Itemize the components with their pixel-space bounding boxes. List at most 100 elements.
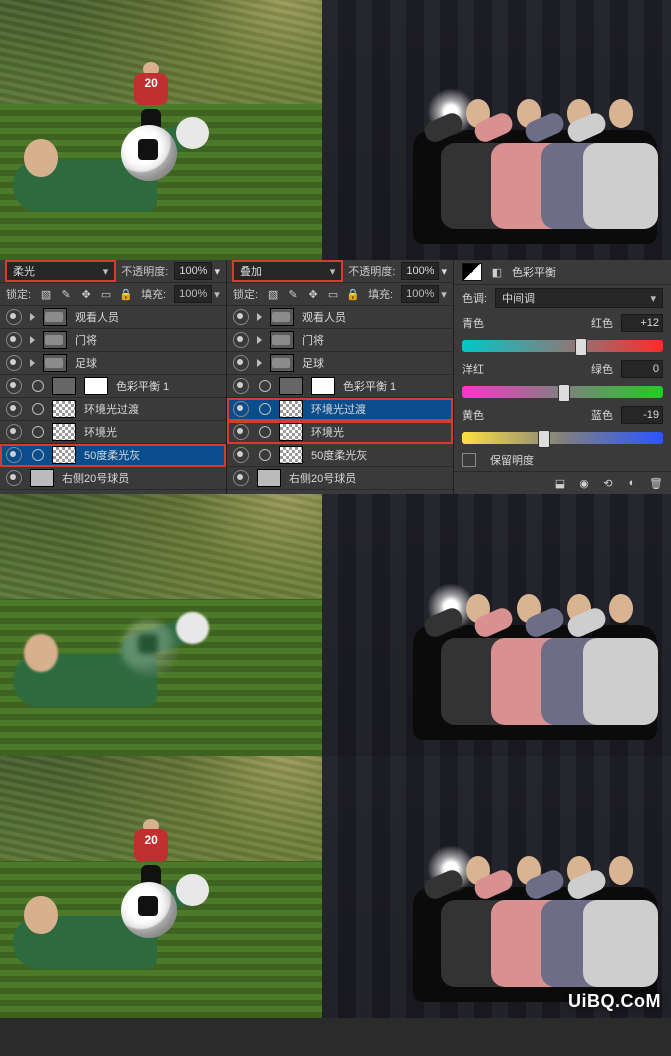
chevron-down-icon[interactable]: ▾: [214, 288, 220, 301]
visibility-eye-icon[interactable]: [6, 378, 22, 394]
visibility-eye-icon[interactable]: [6, 309, 22, 325]
layer-row[interactable]: 50度柔光灰: [227, 444, 453, 467]
opacity-label: 不透明度:: [348, 263, 395, 279]
layer-thumb: [52, 423, 76, 441]
lock-position-icon[interactable]: ✥: [79, 287, 93, 301]
layer-mask-thumb[interactable]: [311, 377, 335, 395]
fill-value[interactable]: 100%: [401, 285, 439, 303]
toggle-visibility-icon[interactable]: ◐: [625, 476, 639, 490]
tone-select[interactable]: 中间调 ▾: [495, 288, 663, 308]
layer-row[interactable]: 足球: [227, 352, 453, 375]
visibility-eye-icon[interactable]: [233, 424, 249, 440]
reset-icon[interactable]: ⟲: [601, 476, 615, 490]
layer-row[interactable]: 观看人员: [227, 306, 453, 329]
lock-pixels-icon[interactable]: ✎: [286, 287, 300, 301]
opacity-label: 不透明度:: [121, 263, 168, 279]
lock-transparent-icon[interactable]: ▧: [266, 287, 280, 301]
visibility-eye-icon[interactable]: [6, 447, 22, 463]
delete-icon[interactable]: 🗑: [649, 476, 663, 490]
panel-footer: ⬓ ◉ ⟲ ◐ 🗑: [454, 471, 671, 494]
visibility-eye-icon[interactable]: [233, 470, 249, 486]
expand-caret-icon[interactable]: [257, 313, 262, 321]
chevron-down-icon: ▾: [103, 265, 109, 278]
lock-all-icon[interactable]: 🔒: [119, 287, 133, 301]
cyan-red-slider[interactable]: [462, 340, 663, 352]
layer-row[interactable]: 环境光: [0, 421, 226, 444]
clip-to-layer-icon[interactable]: ⬓: [553, 476, 567, 490]
fx-indicator-icon: [32, 449, 44, 461]
layer-row[interactable]: 色彩平衡 1: [227, 375, 453, 398]
view-previous-icon[interactable]: ◉: [577, 476, 591, 490]
preserve-luminosity-label: 保留明度: [490, 452, 534, 468]
magenta-green-slider[interactable]: [462, 386, 663, 398]
magenta-green-value[interactable]: 0: [621, 360, 663, 378]
chevron-down-icon: ▾: [330, 265, 336, 278]
fx-indicator-icon: [32, 380, 44, 392]
visibility-eye-icon[interactable]: [6, 355, 22, 371]
layer-row[interactable]: 门将: [0, 329, 226, 352]
blend-mode-select-left[interactable]: 柔光 ▾: [6, 261, 115, 281]
visibility-eye-icon[interactable]: [233, 332, 249, 348]
layer-row[interactable]: 观看人员: [0, 306, 226, 329]
chevron-down-icon: ▾: [650, 292, 656, 305]
layer-name: 足球: [75, 355, 220, 371]
chevron-down-icon[interactable]: ▾: [214, 265, 220, 278]
lock-artboard-icon[interactable]: ▭: [326, 287, 340, 301]
layer-row[interactable]: 右侧20号球员: [0, 467, 226, 490]
layer-name: 50度柔光灰: [311, 447, 447, 463]
lock-artboard-icon[interactable]: ▭: [99, 287, 113, 301]
layer-row[interactable]: 环境光: [227, 421, 453, 444]
layer-row[interactable]: 环境光过渡: [227, 398, 453, 421]
yellow-blue-slider[interactable]: [462, 432, 663, 444]
layer-name: 门将: [75, 332, 220, 348]
layer-row[interactable]: 环境光过渡: [0, 398, 226, 421]
yellow-blue-value[interactable]: -19: [621, 406, 663, 424]
preserve-luminosity-checkbox[interactable]: [462, 453, 476, 467]
expand-caret-icon[interactable]: [30, 313, 35, 321]
expand-caret-icon[interactable]: [257, 359, 262, 367]
layer-row[interactable]: 右侧20号球员: [227, 467, 453, 490]
lock-all-icon[interactable]: 🔒: [346, 287, 360, 301]
expand-caret-icon[interactable]: [257, 336, 262, 344]
layer-thumb: [52, 446, 76, 464]
chevron-down-icon[interactable]: ▾: [441, 265, 447, 278]
lock-pixels-icon[interactable]: ✎: [59, 287, 73, 301]
blend-mode-value: 柔光: [13, 263, 35, 279]
visibility-eye-icon[interactable]: [6, 470, 22, 486]
stadium-side: 20: [0, 0, 336, 260]
opacity-value[interactable]: 100%: [174, 262, 212, 280]
chevron-down-icon[interactable]: ▾: [441, 288, 447, 301]
visibility-eye-icon[interactable]: [6, 332, 22, 348]
fill-value[interactable]: 100%: [174, 285, 212, 303]
opacity-value[interactable]: 100%: [401, 262, 439, 280]
lock-position-icon[interactable]: ✥: [306, 287, 320, 301]
visibility-eye-icon[interactable]: [233, 355, 249, 371]
living-room-side: [322, 0, 671, 260]
yellow-label: 黄色: [462, 407, 484, 423]
soccer-ball: [121, 125, 177, 181]
cyan-red-value[interactable]: +12: [621, 314, 663, 332]
layer-row[interactable]: 足球: [0, 352, 226, 375]
magenta-label: 洋红: [462, 361, 484, 377]
tone-label: 色调:: [462, 290, 487, 306]
layer-mask-thumb[interactable]: [84, 377, 108, 395]
fx-indicator-icon: [259, 380, 271, 392]
layer-row[interactable]: 门将: [227, 329, 453, 352]
visibility-eye-icon[interactable]: [6, 424, 22, 440]
visibility-eye-icon[interactable]: [233, 378, 249, 394]
expand-caret-icon[interactable]: [30, 336, 35, 344]
blend-mode-select-right[interactable]: 叠加 ▾: [233, 261, 342, 281]
expand-caret-icon[interactable]: [30, 359, 35, 367]
layer-thumb: [279, 446, 303, 464]
layer-row[interactable]: 50度柔光灰: [0, 444, 226, 467]
lock-transparent-icon[interactable]: ▧: [39, 287, 53, 301]
player-number: 20: [134, 76, 168, 90]
layer-name: 环境光过渡: [84, 401, 220, 417]
visibility-eye-icon[interactable]: [6, 401, 22, 417]
visibility-eye-icon[interactable]: [233, 401, 249, 417]
visibility-eye-icon[interactable]: [233, 309, 249, 325]
layers-panel-right: 叠加 ▾ 不透明度: 100%▾ 锁定: ▧ ✎ ✥ ▭ 🔒 填充: 100%▾…: [227, 260, 454, 494]
folder-icon: [270, 308, 294, 326]
visibility-eye-icon[interactable]: [233, 447, 249, 463]
layer-row[interactable]: 色彩平衡 1: [0, 375, 226, 398]
